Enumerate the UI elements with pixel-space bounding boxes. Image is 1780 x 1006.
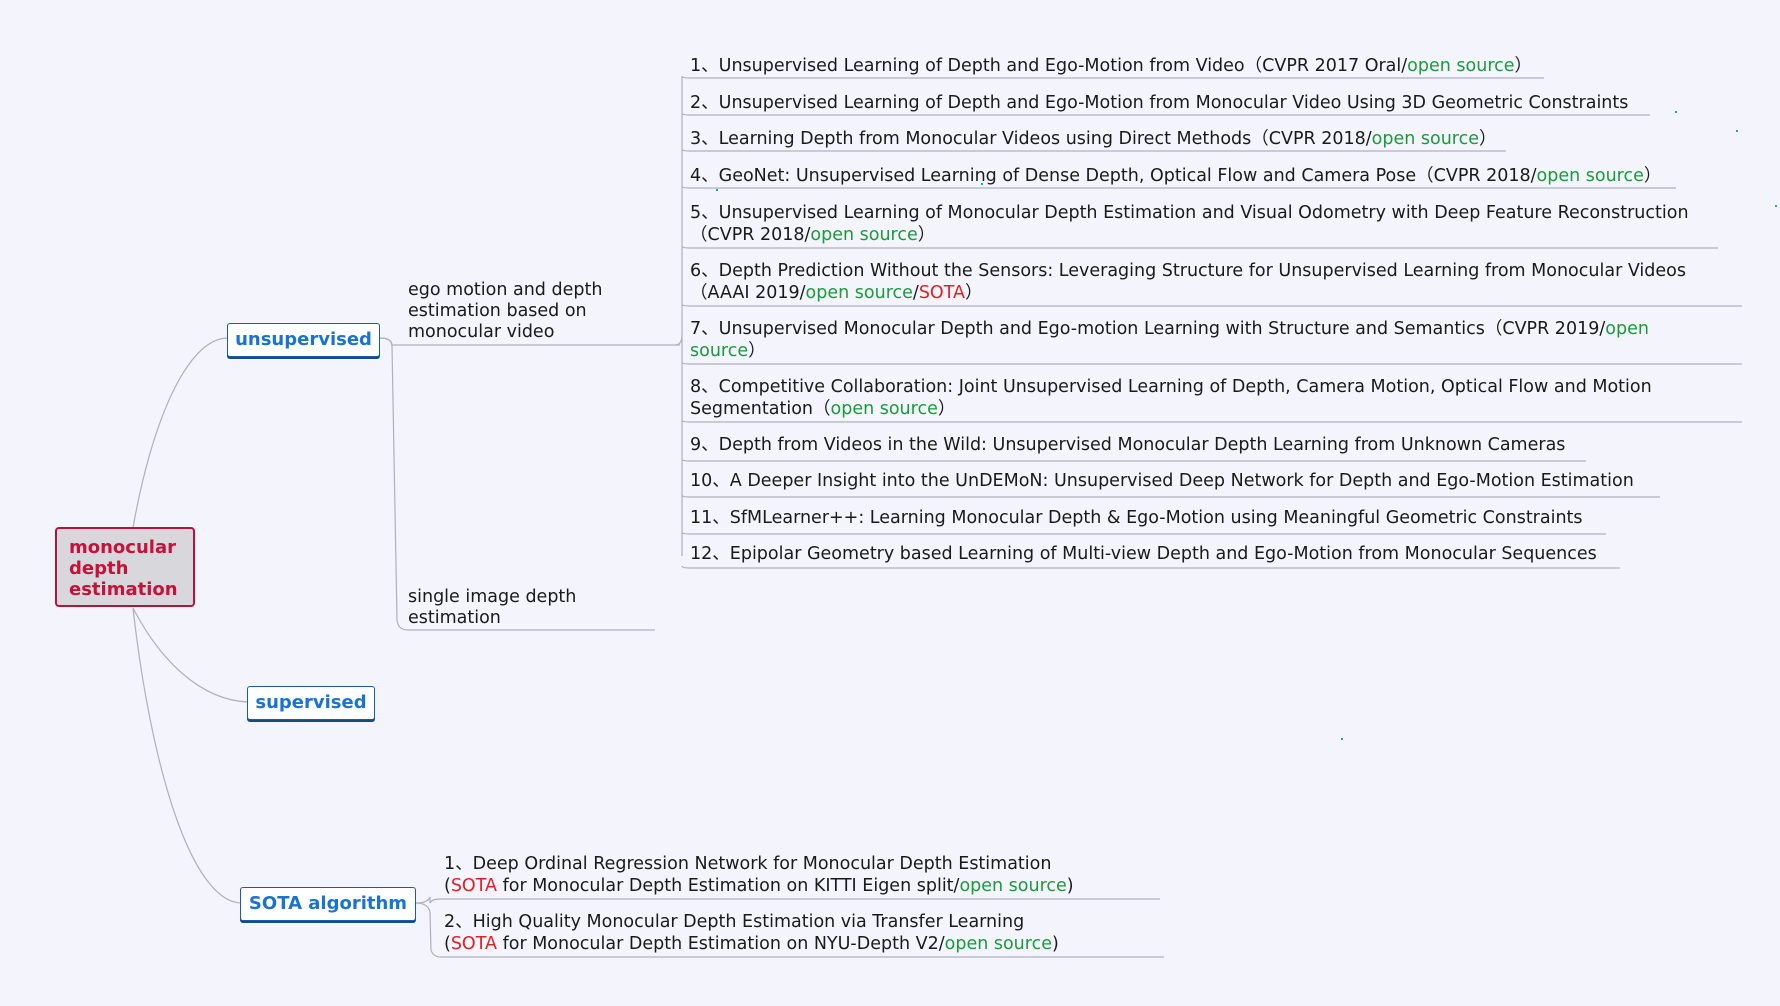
sota-paper-item-1[interactable]: 1、Deep Ordinal Regression Network for Mo… [444,854,1074,897]
root-node[interactable]: monocular depth estimation [55,527,195,607]
paper-item-1[interactable]: 1、Unsupervised Learning of Depth and Ego… [690,56,1532,78]
subtopic-ego-motion-label: ego motion and depth estimation based on… [408,280,603,342]
category-unsupervised[interactable]: unsupervised [227,323,380,357]
paper-number: 3、 [690,129,719,149]
paper-title: Unsupervised Learning of Depth and Ego-M… [718,93,1629,113]
mind-map-canvas: monocular depth estimation unsupervised … [0,0,1780,1006]
paper-number: 1、 [690,56,719,76]
stray-dot [1341,738,1343,740]
category-supervised[interactable]: supervised [247,686,375,720]
paper-title: Epipolar Geometry based Learning of Mult… [729,544,1597,564]
paper-number: 5、 [690,203,719,223]
open-source-link[interactable]: open [1605,319,1649,339]
subtopic-single-image-label: single image depth estimation [408,587,577,628]
paper-venue-close: ） [1514,56,1533,76]
paper-desc: for Monocular Depth Estimation on KITTI … [497,875,960,896]
paper-number: 12、 [690,544,730,564]
sota-tag: SOTA [450,933,498,954]
paper-desc-pre: ( [444,875,451,896]
paper-desc-post: ) [1066,875,1074,896]
root-label: monocular depth estimation [69,537,178,600]
paper-item-8[interactable]: 8、Competitive Collaboration: Joint Unsup… [690,377,1652,420]
paper-number: 10、 [690,471,730,491]
sota-tag: SOTA [918,282,965,303]
subtopic-single-image[interactable]: single image depth estimation [408,587,608,629]
stray-dot [981,183,983,185]
paper-venue: （CVPR 2018/ [1251,129,1372,149]
paper-number: 7、 [690,319,719,339]
paper-venue: （AAAI 2019/ [690,282,806,303]
paper-desc-post: ) [1051,933,1059,954]
category-unsupervised-label: unsupervised [235,329,372,350]
paper-venue-close: ） [1643,166,1662,186]
paper-number: 9、 [690,435,719,455]
paper-title: Depth Prediction Without the Sensors: Le… [718,261,1686,281]
stray-dot [1675,111,1677,113]
sota-tag: SOTA [450,875,498,896]
paper-venue-close: ） [917,224,936,245]
paper-title: Deep Ordinal Regression Network for Mono… [472,854,1052,874]
paper-item-10[interactable]: 10、A Deeper Insight into the UnDEMoN: Un… [690,471,1634,493]
paper-item-5[interactable]: 5、Unsupervised Learning of Monocular Dep… [690,203,1689,246]
paper-item-4[interactable]: 4、GeoNet: Unsupervised Learning of Dense… [690,166,1661,188]
paper-title: Unsupervised Monocular Depth and Ego-mot… [718,319,1485,339]
category-sota-label: SOTA algorithm [248,893,408,914]
paper-title: Unsupervised Learning of Monocular Depth… [718,203,1689,223]
paper-venue-close: ） [748,340,766,361]
category-sota-algorithm[interactable]: SOTA algorithm [240,887,416,921]
open-source-link[interactable]: open source [959,876,1066,896]
paper-number: 11、 [690,508,730,528]
paper-title-cont: Segmentation [690,398,813,419]
paper-item-2[interactable]: 2、Unsupervised Learning of Depth and Ego… [690,93,1628,115]
paper-title: GeoNet: Unsupervised Learning of Dense D… [718,166,1417,186]
open-source-link-cont[interactable]: source [690,341,748,361]
open-source-link[interactable]: open source [1372,129,1479,149]
paper-title: A Deeper Insight into the UnDEMoN: Unsup… [729,471,1634,491]
sota-paper-item-2[interactable]: 2、High Quality Monocular Depth Estimatio… [444,912,1059,955]
paper-number: 2、 [444,912,473,932]
open-source-link[interactable]: open source [1537,166,1644,186]
paper-venue: （CVPR 2018/ [690,224,811,245]
paper-item-11[interactable]: 11、SfMLearner++: Learning Monocular Dept… [690,508,1583,530]
paper-number: 1、 [444,854,473,874]
paper-item-3[interactable]: 3、Learning Depth from Monocular Videos u… [690,129,1497,151]
paper-venue: （ [813,398,831,419]
paper-venue: （CVPR 2019/ [1484,319,1606,339]
paper-item-12[interactable]: 12、Epipolar Geometry based Learning of M… [690,544,1597,566]
paper-title: Unsupervised Learning of Depth and Ego-M… [718,56,1245,76]
paper-item-9[interactable]: 9、Depth from Videos in the Wild: Unsuper… [690,435,1565,457]
open-source-link[interactable]: open source [806,283,913,303]
category-supervised-label: supervised [255,692,367,713]
paper-venue-close: ） [937,398,956,419]
open-source-link[interactable]: open source [945,934,1052,954]
paper-number: 6、 [690,261,719,281]
paper-desc: for Monocular Depth Estimation on NYU-De… [497,933,945,954]
paper-title: Competitive Collaboration: Joint Unsuper… [718,377,1652,397]
paper-desc-pre: ( [444,933,451,954]
open-source-link[interactable]: open source [1407,56,1514,76]
stray-dot [716,189,718,191]
paper-item-6[interactable]: 6、Depth Prediction Without the Sensors: … [690,261,1686,304]
paper-number: 2、 [690,93,719,113]
paper-title: Depth from Videos in the Wild: Unsupervi… [718,435,1566,455]
paper-number: 4、 [690,166,719,186]
paper-title: Learning Depth from Monocular Videos usi… [718,129,1252,149]
paper-title: SfMLearner++: Learning Monocular Depth &… [729,508,1583,528]
open-source-link[interactable]: open source [831,399,938,419]
paper-item-7[interactable]: 7、Unsupervised Monocular Depth and Ego-m… [690,319,1649,362]
paper-venue-close: ） [1479,129,1497,149]
paper-venue: （CVPR 2018/ [1416,166,1537,186]
stray-dot [1775,205,1777,207]
subtopic-ego-motion[interactable]: ego motion and depth estimation based on… [408,280,618,343]
paper-number: 8、 [690,377,719,397]
paper-title: High Quality Monocular Depth Estimation … [472,912,1025,932]
open-source-link[interactable]: open source [810,225,917,245]
paper-venue-close: ） [965,282,983,303]
stray-dot [1736,130,1738,132]
paper-venue: （CVPR 2017 Oral/ [1244,56,1408,76]
